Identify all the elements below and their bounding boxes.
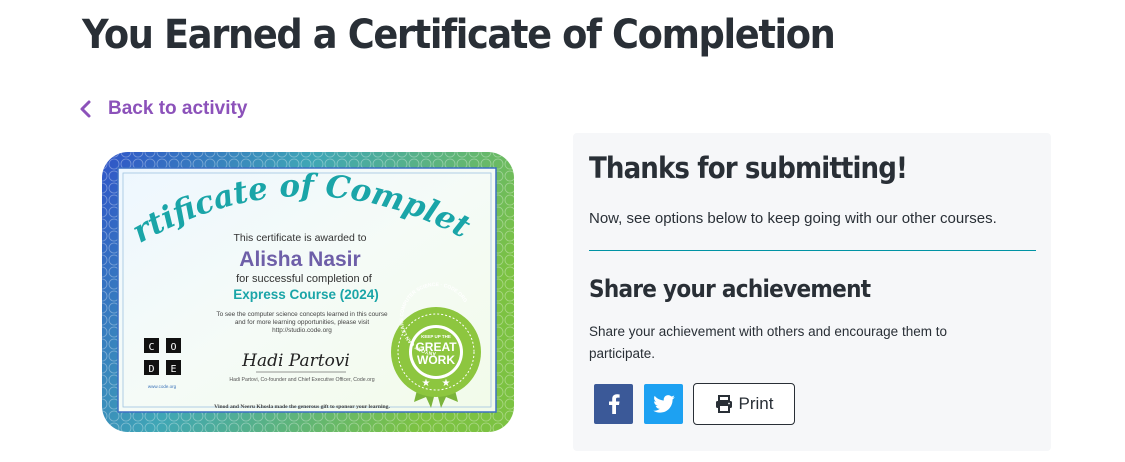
svg-text:O: O: [170, 342, 176, 353]
svg-text:C: C: [148, 342, 154, 353]
print-label: Print: [738, 394, 774, 413]
signature: Hadi Partovi: [241, 351, 350, 371]
back-link-label: Back to activity: [108, 98, 248, 119]
signer-title: Hadi Partovi, Co-founder and Chief Execu…: [229, 377, 374, 383]
facebook-icon: [608, 394, 620, 414]
print-button[interactable]: Print: [693, 383, 795, 425]
svg-text:GREAT: GREAT: [415, 340, 457, 354]
share-heading: Share your achievement: [589, 275, 871, 303]
svg-text:★: ★: [442, 378, 451, 389]
certificate-note-line2: and for more learning opportunities, ple…: [235, 319, 370, 326]
back-to-activity-link[interactable]: Back to activity: [78, 96, 247, 122]
svg-text:E: E: [170, 364, 176, 375]
svg-text:WORK: WORK: [417, 353, 455, 367]
certificate-course: Express Course (2024): [233, 287, 379, 302]
certificate-completion-line: for successful completion of: [236, 273, 373, 285]
svg-text:www.code.org: www.code.org: [148, 384, 177, 389]
sponsor-line: Vinod and Neeru Khosla made the generous…: [214, 404, 390, 410]
twitter-share-button[interactable]: [644, 384, 683, 424]
twitter-icon: [652, 395, 675, 413]
thanks-text: Now, see options below to keep going wit…: [589, 210, 997, 227]
certificate-image: Certificate of Completion This certifica…: [96, 146, 520, 438]
certificate-awarded-line: This certificate is awarded to: [233, 232, 366, 244]
submission-panel: Thanks for submitting! Now, see options …: [573, 133, 1051, 451]
certificate-note-line3: http://studio.code.org: [272, 327, 332, 334]
svg-text:D: D: [148, 364, 154, 375]
certificate-note-line1: To see the computer science concepts lea…: [216, 311, 388, 318]
page-title: You Earned a Certificate of Completion: [82, 12, 836, 58]
svg-text:KEEP UP THE: KEEP UP THE: [421, 334, 451, 339]
divider: [589, 250, 1036, 251]
chevron-left-icon: [80, 100, 91, 118]
thanks-heading: Thanks for submitting!: [589, 151, 908, 185]
svg-text:★: ★: [422, 378, 431, 389]
share-text: Share your achievement with others and e…: [589, 324, 947, 361]
facebook-share-button[interactable]: [594, 384, 633, 424]
certificate-recipient: Alisha Nasir: [239, 248, 360, 271]
printer-icon: [715, 395, 732, 413]
